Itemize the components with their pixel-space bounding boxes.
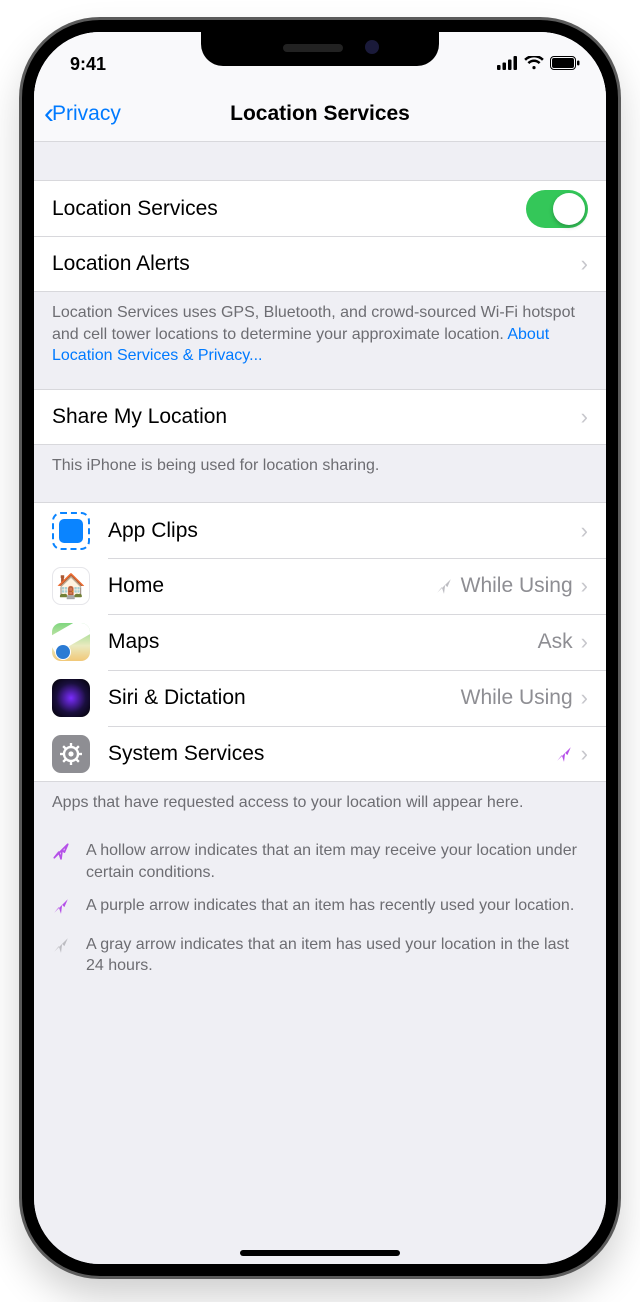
legend-text: A hollow arrow indicates that an item ma…	[86, 840, 588, 883]
mute-switch	[28, 212, 33, 248]
cellular-icon	[497, 54, 518, 75]
location-services-row: Location Services	[34, 180, 606, 236]
chevron-right-icon: ›	[581, 741, 588, 767]
wifi-icon	[524, 54, 544, 75]
location-arrow-gray-icon	[435, 577, 453, 595]
maps-icon	[52, 623, 90, 661]
home-icon: 🏠	[52, 567, 90, 605]
back-button[interactable]: ‹ Privacy	[44, 99, 121, 129]
app-permission-value: While Using	[461, 686, 573, 710]
app-name: Home	[108, 574, 435, 598]
location-arrow-gray-icon	[52, 934, 72, 977]
location-services-label: Location Services	[52, 197, 526, 221]
app-row-appclips[interactable]: App Clips›	[34, 502, 606, 558]
phone-frame: 9:41 ‹ Privacy Location Services	[22, 20, 618, 1276]
page-title: Location Services	[230, 102, 410, 126]
legend-text: A purple arrow indicates that an item ha…	[86, 895, 574, 922]
app-permission-value: While Using	[461, 574, 573, 598]
chevron-right-icon: ›	[581, 251, 588, 277]
notch	[201, 30, 439, 66]
power-button	[607, 308, 612, 418]
home-indicator[interactable]	[240, 1250, 400, 1256]
back-label: Privacy	[52, 102, 121, 126]
share-my-location-row[interactable]: Share My Location ›	[34, 389, 606, 445]
legend-row: A purple arrow indicates that an item ha…	[52, 889, 588, 928]
apps-footer: Apps that have requested access to your …	[34, 782, 606, 824]
battery-icon	[550, 54, 580, 75]
nav-bar: ‹ Privacy Location Services	[34, 86, 606, 142]
app-name: App Clips	[108, 519, 581, 543]
legend: A hollow arrow indicates that an item ma…	[34, 824, 606, 993]
location-arrow-hollow-purple-icon	[52, 840, 72, 883]
share-footer: This iPhone is being used for location s…	[34, 445, 606, 487]
app-name: System Services	[108, 742, 555, 766]
app-name: Maps	[108, 630, 538, 654]
location-alerts-label: Location Alerts	[52, 252, 581, 276]
legend-text: A gray arrow indicates that an item has …	[86, 934, 588, 977]
chevron-right-icon: ›	[581, 518, 588, 544]
app-name: Siri & Dictation	[108, 686, 461, 710]
settings-gear-icon	[52, 735, 90, 773]
appclips-icon	[52, 512, 90, 550]
about-footer: Location Services uses GPS, Bluetooth, a…	[34, 292, 606, 377]
location-arrow-purple-icon	[555, 745, 573, 763]
volume-up	[28, 280, 33, 350]
app-permission-value: Ask	[538, 630, 573, 654]
siri-icon	[52, 679, 90, 717]
share-my-location-label: Share My Location	[52, 405, 581, 429]
chevron-right-icon: ›	[581, 404, 588, 430]
location-arrow-purple-icon	[52, 895, 72, 922]
location-services-toggle[interactable]	[526, 190, 588, 228]
app-row-home[interactable]: 🏠 Home While Using ›	[34, 558, 606, 614]
chevron-right-icon: ›	[581, 685, 588, 711]
app-row-siri[interactable]: Siri & DictationWhile Using ›	[34, 670, 606, 726]
volume-down	[28, 364, 33, 434]
app-row-sys[interactable]: System Services ›	[34, 726, 606, 782]
status-time: 9:41	[70, 54, 106, 75]
app-row-maps[interactable]: MapsAsk ›	[34, 614, 606, 670]
chevron-right-icon: ›	[581, 573, 588, 599]
location-alerts-row[interactable]: Location Alerts ›	[34, 236, 606, 292]
legend-row: A hollow arrow indicates that an item ma…	[52, 834, 588, 889]
legend-row: A gray arrow indicates that an item has …	[52, 928, 588, 983]
chevron-right-icon: ›	[581, 629, 588, 655]
